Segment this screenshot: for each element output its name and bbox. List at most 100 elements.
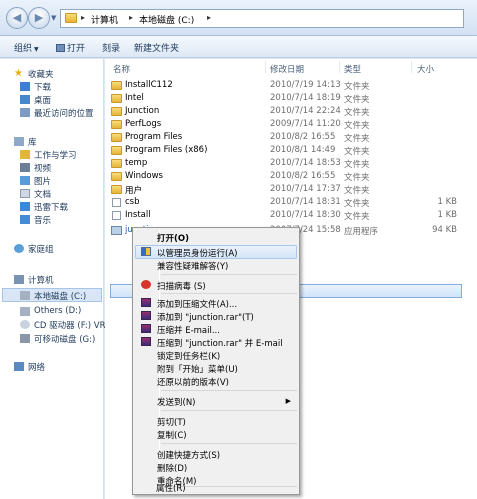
organize-button[interactable]: 组织 ▼ — [14, 41, 39, 54]
submenu-arrow-icon: ▶ — [285, 397, 291, 405]
breadcrumb-separator[interactable]: ▸ — [81, 13, 85, 22]
menu-item-cut[interactable]: 剪切(T) — [157, 416, 186, 428]
nav-downloads[interactable]: 下载 — [34, 81, 51, 93]
file-date: 2010/7/14 18:31 — [270, 197, 341, 207]
menu-item-restore-versions[interactable]: 还原以前的版本(V) — [157, 376, 229, 388]
file-date: 2010/7/14 18:19 — [270, 93, 341, 103]
music-icon — [20, 215, 30, 224]
nav-favorites[interactable]: 收藏夹 — [28, 68, 54, 80]
file-name: temp — [125, 158, 148, 168]
file-icon — [112, 211, 121, 220]
file-name: Junction — [125, 106, 160, 116]
new-folder-button[interactable]: 新建文件夹 — [134, 41, 179, 54]
menu-item-open[interactable]: 打开(O) — [157, 232, 189, 244]
table-row[interactable]: Program Files (x86) 2010/8/1 14:49 文件夹 — [105, 145, 465, 157]
nav-network[interactable]: 网络 — [28, 361, 45, 373]
file-name: Program Files — [125, 132, 183, 142]
history-dropdown-icon[interactable]: ▼ — [51, 14, 56, 22]
back-arrow-icon: ◀ — [12, 11, 22, 24]
nav-music[interactable]: 音乐 — [34, 214, 51, 226]
table-row[interactable]: temp 2010/7/14 18:53 文件夹 — [105, 158, 465, 170]
menu-item-run-as-admin[interactable]: 以管理员身份运行(A) — [157, 247, 237, 259]
table-row[interactable]: Install 2010/7/14 18:30 文件夹 1 KB — [105, 210, 465, 222]
navigation-pane: ★ 收藏夹 下载 桌面 最近访问的位置 库 工作与学习 视频 图片 文档 迅雷下… — [0, 59, 113, 499]
menu-item-delete[interactable]: 删除(D) — [157, 462, 187, 474]
shield-icon — [141, 247, 151, 256]
nav-removable[interactable]: 可移动磁盘 (G:) — [34, 333, 95, 345]
column-divider[interactable] — [265, 61, 266, 73]
table-row[interactable]: Windows 2010/8/2 16:55 文件夹 — [105, 171, 465, 183]
nav-documents[interactable]: 文档 — [34, 188, 51, 200]
download-icon — [20, 82, 30, 91]
file-type: 文件夹 — [344, 121, 370, 131]
folder-icon — [111, 133, 122, 142]
library-icon — [14, 137, 24, 146]
nav-computer[interactable]: 计算机 — [28, 274, 54, 286]
file-date: 2010/7/19 14:13 — [270, 80, 341, 90]
table-row[interactable]: Junction 2010/7/14 22:24 文件夹 — [105, 106, 465, 118]
open-button[interactable]: 打开 — [56, 41, 85, 54]
open-icon — [56, 44, 65, 52]
file-date: 2010/8/2 16:55 — [270, 132, 336, 142]
menu-item-scan-virus[interactable]: 扫描病毒 (S) — [157, 280, 206, 292]
nav-work-study[interactable]: 工作与学习 — [34, 149, 77, 161]
open-label: 打开 — [67, 44, 86, 54]
breadcrumb-separator[interactable]: ▸ — [129, 13, 133, 22]
column-header-date[interactable]: 修改日期 — [270, 63, 304, 75]
menu-item-properties[interactable]: 属性(R) — [156, 482, 186, 494]
forward-button[interactable]: ▶ — [28, 7, 50, 29]
file-type: 文件夹 — [344, 134, 370, 144]
menu-item-create-shortcut[interactable]: 创建快捷方式(S) — [157, 449, 220, 461]
nav-videos[interactable]: 视频 — [34, 162, 51, 174]
menu-item-add-archive[interactable]: 添加到压缩文件(A)... — [157, 298, 237, 310]
back-button[interactable]: ◀ — [6, 7, 28, 29]
menu-item-add-rar[interactable]: 添加到 "junction.rar"(T) — [157, 311, 254, 323]
file-type: 文件夹 — [344, 95, 370, 105]
menu-item-compatibility[interactable]: 兼容性疑难解答(Y) — [157, 260, 228, 272]
file-name: Intel — [125, 93, 144, 103]
column-header-size[interactable]: 大小 — [417, 63, 434, 75]
table-row[interactable]: Intel 2010/7/14 18:19 文件夹 — [105, 93, 465, 105]
menu-item-compress-email[interactable]: 压缩并 E-mail... — [157, 324, 220, 336]
nav-xunlei[interactable]: 迅雷下载 — [34, 201, 68, 213]
file-name: Program Files (x86) — [125, 145, 208, 155]
table-row[interactable]: 用户 2010/7/14 17:37 文件夹 — [105, 184, 465, 196]
table-row[interactable]: InstallC112 2010/7/19 14:13 文件夹 — [105, 80, 465, 92]
file-type: 文件夹 — [344, 186, 370, 196]
menu-item-copy[interactable]: 复制(C) — [157, 429, 187, 441]
address-bar[interactable]: ▸ 计算机 ▸ 本地磁盘 (C:) ▸ — [60, 9, 464, 28]
nav-recent[interactable]: 最近访问的位置 — [34, 107, 94, 119]
folder-icon — [111, 159, 122, 168]
file-date: 2010/8/2 16:55 — [270, 171, 336, 181]
nav-pictures[interactable]: 图片 — [34, 175, 51, 187]
context-menu: 打开(O) 以管理员身份运行(A) 兼容性疑难解答(Y) 扫描病毒 (S) 添加… — [132, 227, 300, 495]
menu-item-compress-rar-email[interactable]: 压缩到 "junction.rar" 并 E-mail — [157, 337, 283, 349]
nav-desktop[interactable]: 桌面 — [34, 94, 51, 106]
column-header-type[interactable]: 类型 — [344, 63, 361, 75]
folder-icon — [111, 94, 122, 103]
nav-homegroup[interactable]: 家庭组 — [28, 243, 54, 255]
column-divider[interactable] — [411, 61, 412, 73]
breadcrumb-separator[interactable]: ▸ — [207, 13, 211, 22]
menu-item-pin-taskbar[interactable]: 锁定到任务栏(K) — [157, 350, 220, 362]
folder-icon — [20, 150, 30, 159]
nav-cd-drive[interactable]: CD 驱动器 (F:) VRM — [34, 319, 113, 331]
table-row[interactable]: csb 2010/7/14 18:31 文件夹 1 KB — [105, 197, 465, 209]
menu-item-send-to[interactable]: 发送到(N) — [157, 396, 196, 408]
menu-item-pin-start[interactable]: 附到「开始」菜单(U) — [157, 363, 238, 375]
folder-icon — [111, 107, 122, 116]
table-row[interactable]: PerfLogs 2009/7/14 11:20 文件夹 — [105, 119, 465, 131]
nav-others[interactable]: Others (D:) — [34, 306, 81, 316]
nav-libraries[interactable]: 库 — [28, 136, 37, 148]
table-row[interactable]: Program Files 2010/8/2 16:55 文件夹 — [105, 132, 465, 144]
file-type: 文件夹 — [344, 199, 370, 209]
nav-local-disk[interactable]: 本地磁盘 (C:) — [34, 290, 86, 302]
column-header-name[interactable]: 名称 — [113, 63, 130, 75]
menu-separator — [161, 443, 297, 444]
column-divider[interactable] — [339, 61, 340, 73]
breadcrumb-local-disk[interactable]: 本地磁盘 (C:) — [139, 13, 194, 26]
folder-icon — [111, 81, 122, 90]
burn-button[interactable]: 刻录 — [102, 41, 120, 54]
menu-separator — [161, 293, 297, 294]
breadcrumb-computer[interactable]: 计算机 — [91, 13, 118, 26]
